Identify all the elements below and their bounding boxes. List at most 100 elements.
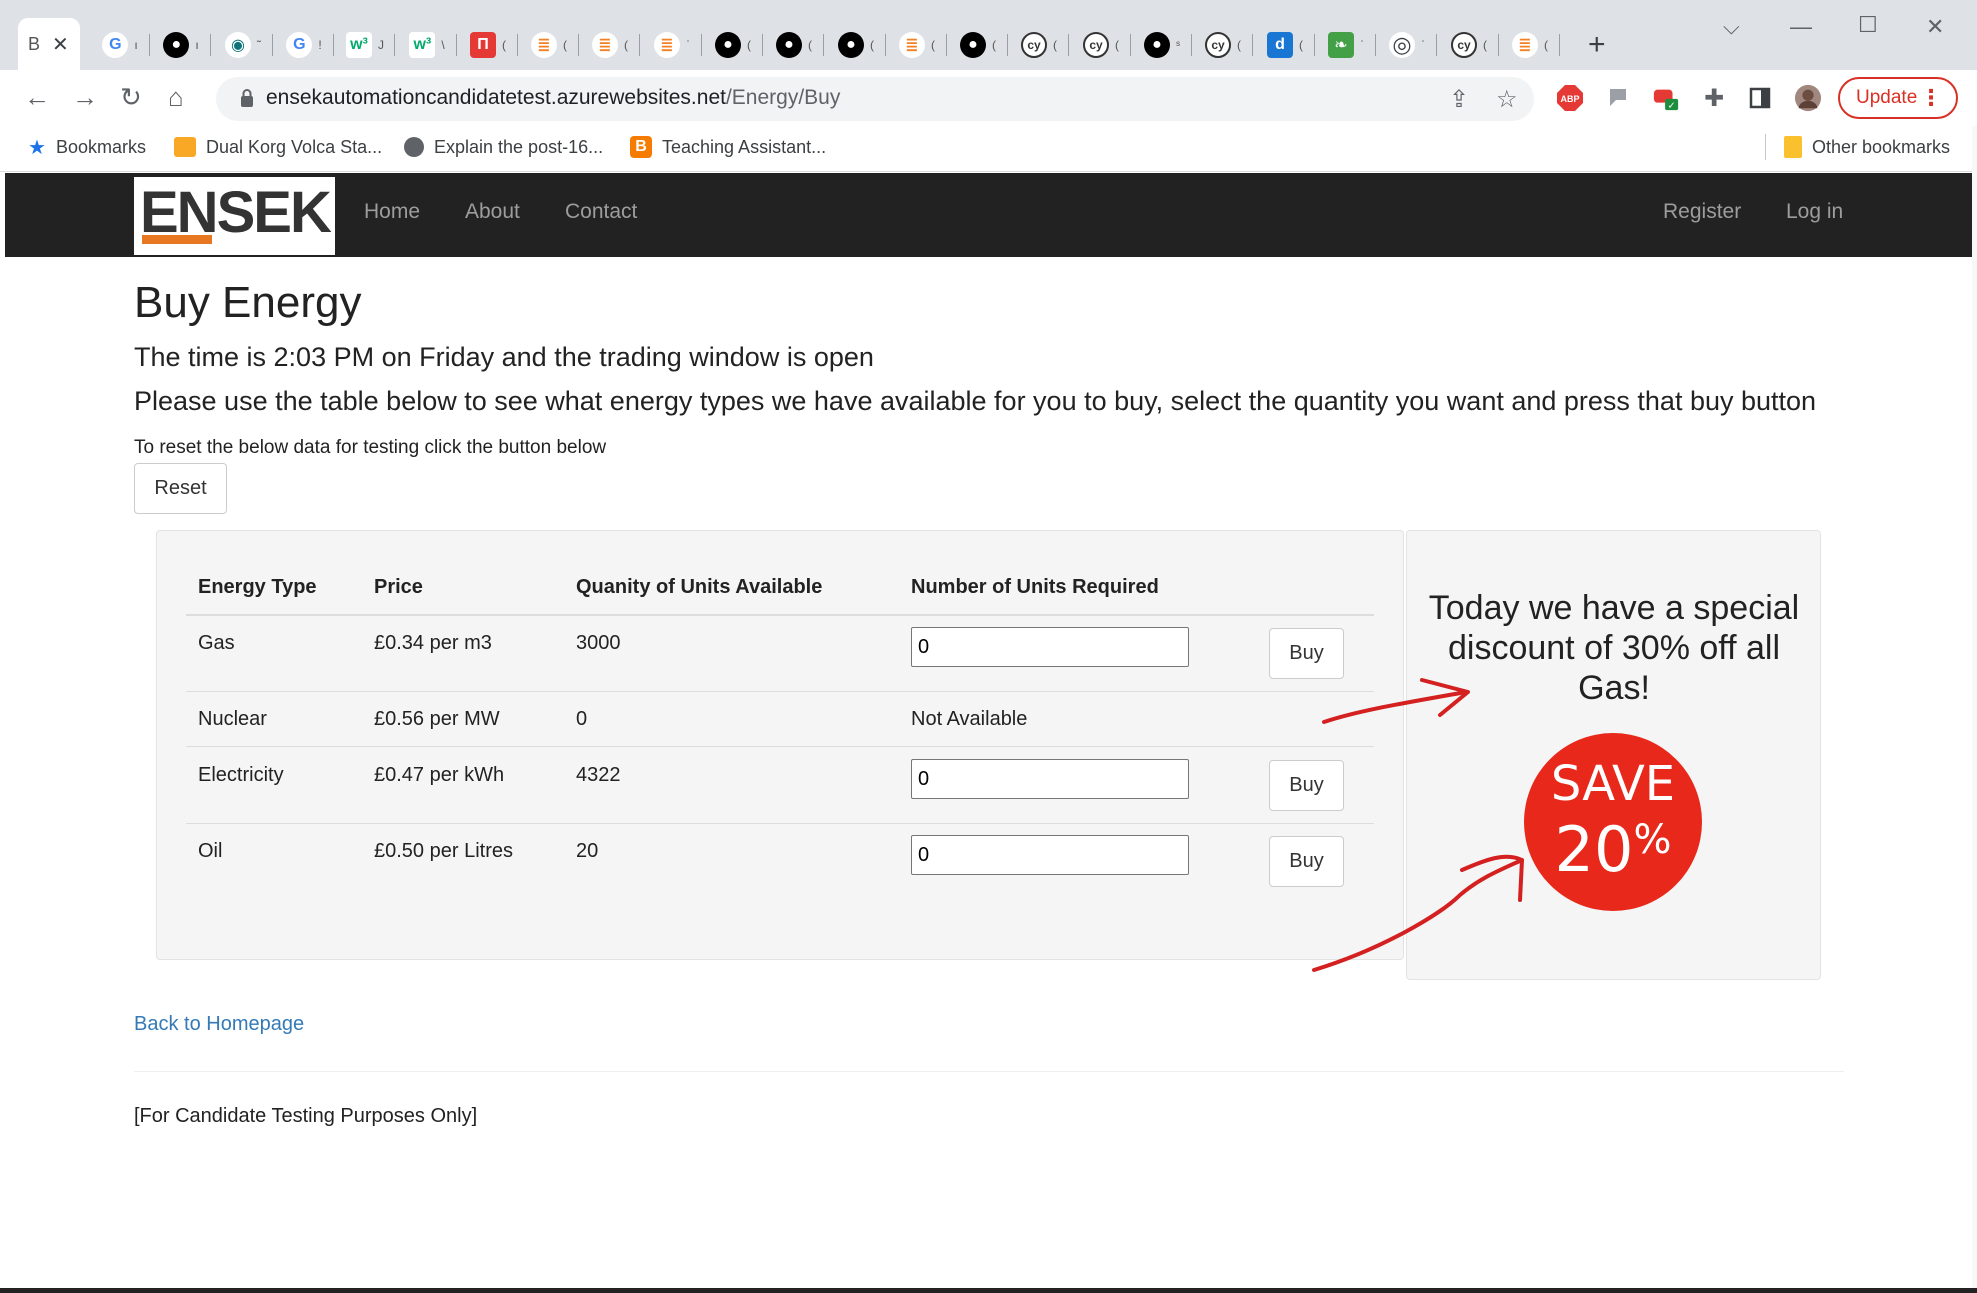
google-icon: G: [102, 32, 129, 58]
tab-title-truncated: (: [1115, 38, 1119, 52]
bookmark-star-icon[interactable]: ☆: [1496, 85, 1518, 114]
browser-tab[interactable]: cy (: [1195, 22, 1251, 68]
other-bookmarks[interactable]: Other bookmarks: [1784, 134, 1950, 160]
adblock-icon[interactable]: ABP: [1556, 84, 1584, 112]
nav-home[interactable]: Home: [364, 200, 420, 224]
browser-tab[interactable]: w³ J: [337, 22, 393, 68]
reload-icon[interactable]: ↻: [120, 82, 142, 112]
tab-separator: [1191, 34, 1192, 56]
new-tab-plus-icon[interactable]: +: [1588, 30, 1606, 60]
d-app-icon: d: [1267, 32, 1293, 58]
blogger-icon: B: [630, 136, 652, 158]
home-icon[interactable]: ⌂: [168, 82, 184, 112]
browser-tab[interactable]: d(: [1257, 22, 1313, 68]
cell-energy-type: Oil: [198, 840, 223, 862]
browser-tab[interactable]: ≣(: [889, 22, 945, 68]
browser-tab[interactable]: ≣(: [521, 22, 577, 68]
page-title: Buy Energy: [134, 278, 362, 327]
tab-title-truncated: J: [378, 38, 384, 52]
row-divider: [186, 691, 1374, 692]
profile-avatar[interactable]: [1794, 84, 1822, 112]
nav-contact[interactable]: Contact: [565, 200, 637, 224]
browser-tab[interactable]: cy (: [1441, 22, 1497, 68]
puzzle-extensions-icon[interactable]: ✚: [1700, 84, 1728, 112]
tab-title-truncated: ı: [195, 38, 199, 52]
tab-separator: [517, 34, 518, 56]
url-text[interactable]: ensekautomationcandidatetest.azurewebsit…: [266, 86, 840, 110]
bookmark-item-korg[interactable]: Dual Korg Volca Sta...: [174, 134, 382, 160]
browser-tab[interactable]: ◉ ˜: [215, 22, 271, 68]
browser-tab[interactable]: cy (: [1011, 22, 1067, 68]
other-bookmarks-label: Other bookmarks: [1812, 136, 1951, 157]
bookmark-item-bookmarks[interactable]: ★ Bookmarks: [28, 134, 146, 160]
share-icon[interactable]: ⇪: [1449, 85, 1469, 114]
cell-price: £0.50 per Litres: [374, 840, 513, 862]
extension-flag-icon[interactable]: [1604, 84, 1632, 112]
oil-quantity-input[interactable]: [911, 835, 1189, 875]
active-tab[interactable]: B ✕: [18, 18, 80, 70]
close-tab-icon[interactable]: ✕: [52, 32, 69, 57]
nav-register[interactable]: Register: [1663, 200, 1741, 224]
tab-title-truncated: (: [747, 38, 751, 52]
forward-arrow-icon[interactable]: →: [72, 82, 98, 112]
browser-tab[interactable]: ●(: [828, 22, 884, 68]
browser-tab[interactable]: ❧ ˈ: [1318, 22, 1374, 68]
maximize-icon[interactable]: ☐: [1858, 12, 1878, 38]
browser-tab[interactable]: П(: [460, 22, 516, 68]
kebab-menu-icon[interactable]: ⋮: [1920, 85, 1942, 111]
browser-tab[interactable]: ● ˢ: [1134, 22, 1190, 68]
tab-search-chevron-icon[interactable]: ⌵: [1723, 14, 1740, 40]
github-icon: ●: [838, 32, 864, 58]
browser-tab[interactable]: cy (: [1073, 22, 1129, 68]
tab-separator: [762, 34, 763, 56]
nav-login[interactable]: Log in: [1786, 200, 1843, 224]
browser-tab[interactable]: ≣ ˈ: [644, 22, 700, 68]
browser-tab[interactable]: Gı: [92, 22, 148, 68]
hand-drawn-arrows-icon: [1312, 678, 1524, 972]
tab-title-truncated: (: [1237, 38, 1241, 52]
browser-tab[interactable]: ≣(: [582, 22, 638, 68]
update-button[interactable]: Update ⋮: [1838, 77, 1958, 119]
bookmark-label: Dual Korg Volca Sta...: [206, 136, 383, 157]
stackoverflow-icon: ≣: [1512, 32, 1538, 58]
browser-tab[interactable]: ≣(: [1502, 22, 1558, 68]
tab-separator: [272, 34, 273, 56]
cell-energy-type: Gas: [198, 632, 235, 654]
tab-title-truncated: (: [992, 38, 996, 52]
cell-available: 20: [576, 840, 599, 862]
browser-tab[interactable]: ●(: [950, 22, 1006, 68]
cell-price: £0.34 per m3: [374, 632, 492, 654]
svg-text:✓: ✓: [1668, 100, 1676, 111]
electricity-quantity-input[interactable]: [911, 759, 1189, 799]
close-window-icon[interactable]: ✕: [1926, 14, 1944, 40]
url-path: /Energy/Buy: [725, 86, 841, 109]
nav-about[interactable]: About: [465, 200, 520, 224]
tab-title-truncated: !: [318, 38, 322, 52]
tab-separator: [456, 34, 457, 56]
browser-tab[interactable]: G!: [276, 22, 332, 68]
tab-separator: [578, 34, 579, 56]
reset-button[interactable]: Reset: [134, 463, 227, 514]
ensek-logo[interactable]: ENSEK: [134, 177, 335, 255]
back-arrow-icon[interactable]: ←: [24, 82, 50, 112]
gas-quantity-input[interactable]: [911, 627, 1189, 667]
browser-tab[interactable]: ◎ ˈ: [1379, 22, 1435, 68]
github-icon: ●: [163, 32, 190, 58]
minimize-icon[interactable]: —: [1790, 14, 1812, 40]
w3schools-icon: w³: [346, 32, 372, 58]
browser-tab[interactable]: ●(: [766, 22, 822, 68]
instructions-text: Please use the table below to see what e…: [134, 386, 1817, 416]
browser-tab[interactable]: w³ \: [399, 22, 455, 68]
not-available-label: Not Available: [911, 708, 1028, 730]
svg-text:ABP: ABP: [1560, 94, 1579, 104]
extension-checked-icon[interactable]: ✓: [1652, 84, 1680, 112]
tab-separator: [946, 34, 947, 56]
side-panel-icon[interactable]: [1746, 84, 1774, 112]
tab-separator: [1314, 34, 1315, 56]
browser-tab[interactable]: ●(: [705, 22, 761, 68]
header-price: Price: [374, 576, 423, 598]
browser-tab[interactable]: ● ı: [153, 22, 209, 68]
back-to-homepage-link[interactable]: Back to Homepage: [134, 1013, 304, 1036]
bookmark-item-explain[interactable]: Explain the post-16...: [404, 134, 603, 160]
bookmark-item-teaching[interactable]: B Teaching Assistant...: [630, 134, 826, 160]
